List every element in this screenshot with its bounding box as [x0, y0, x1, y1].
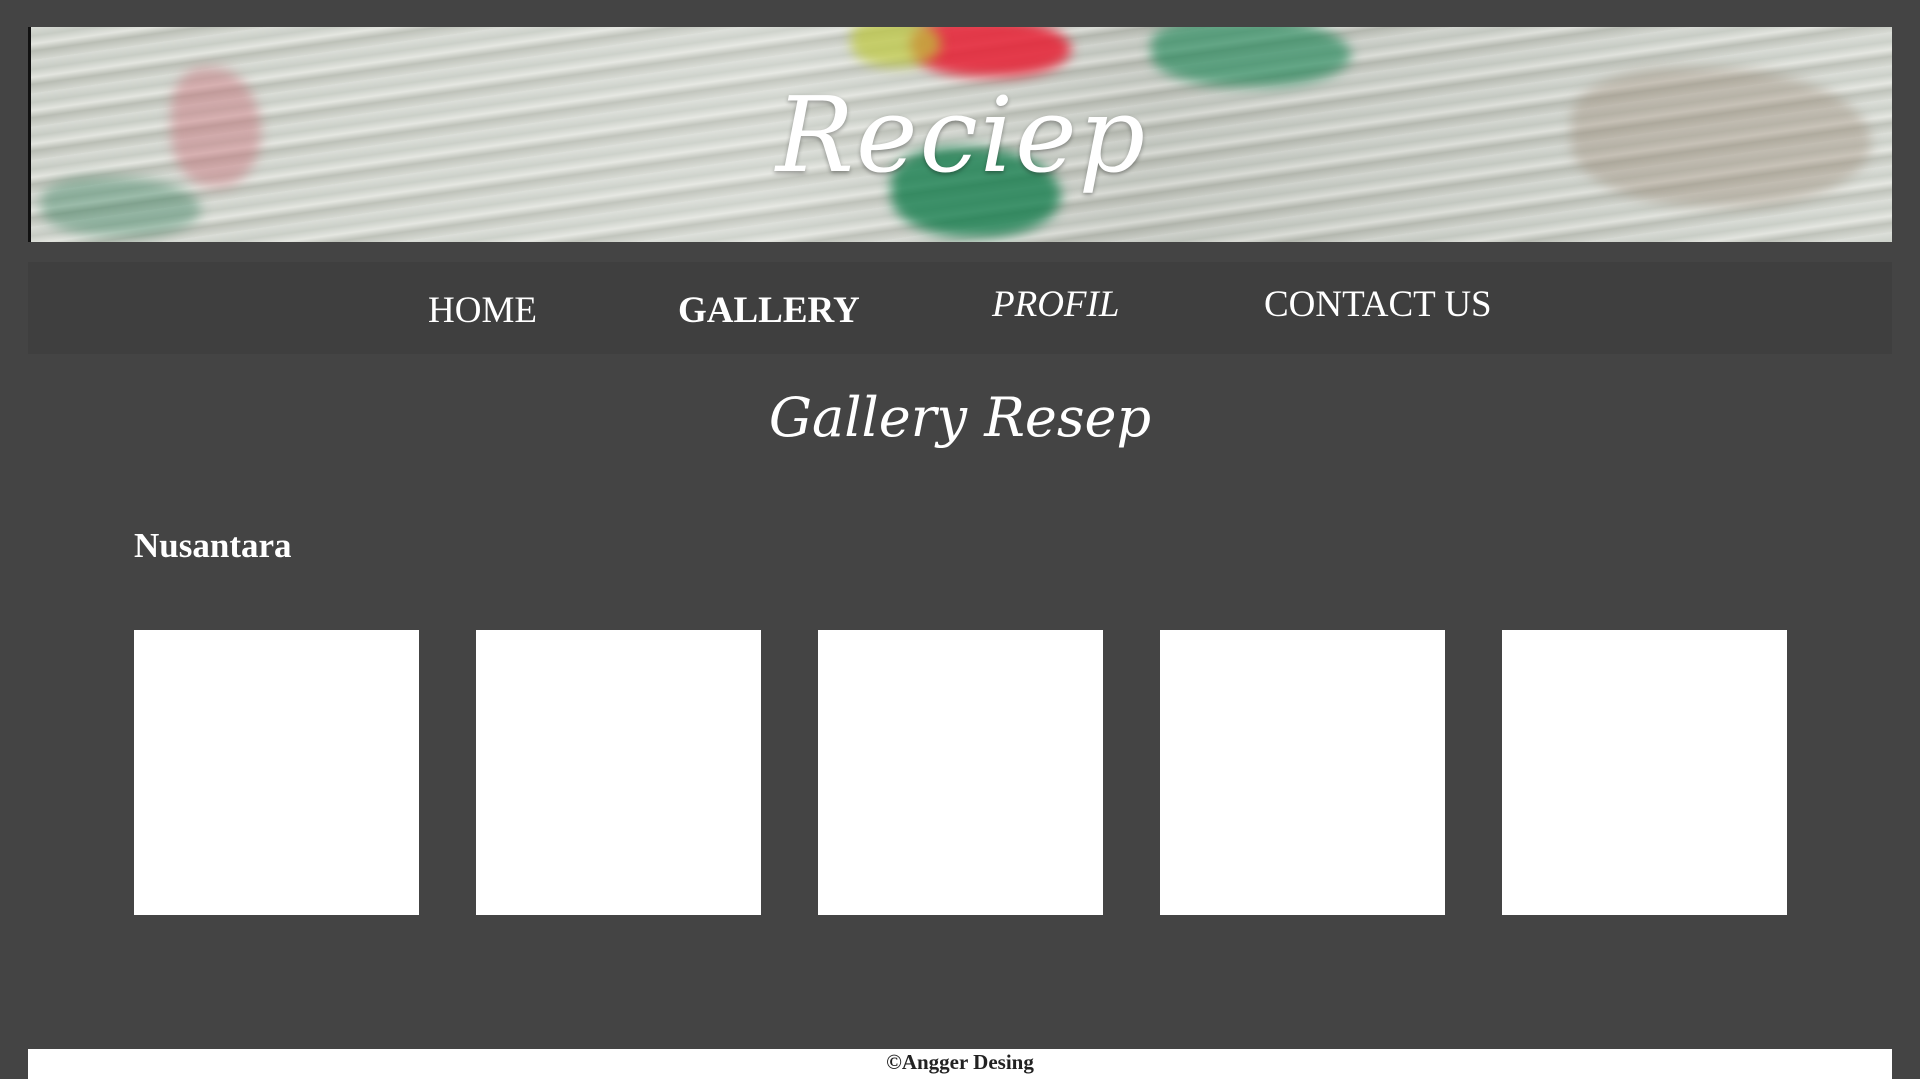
footer: ©Angger Desing: [28, 1049, 1892, 1079]
site-title: Reciep: [775, 74, 1148, 196]
gallery-tile[interactable]: [476, 630, 761, 915]
page: Reciep HOME GALLERY PROFIL CONTACT US Ga…: [0, 0, 1920, 1079]
footer-copyright: ©Angger Desing: [886, 1050, 1034, 1074]
nav-home[interactable]: HOME: [428, 288, 537, 334]
gallery-tile[interactable]: [1502, 630, 1787, 915]
nav-contact-us[interactable]: CONTACT US: [1264, 282, 1492, 328]
gallery-tile[interactable]: [1160, 630, 1445, 915]
nav-gallery[interactable]: GALLERY: [678, 288, 860, 334]
header-banner: Reciep: [28, 27, 1892, 242]
banner-decoration: [851, 27, 941, 67]
gallery-grid: [134, 630, 1788, 915]
banner-decoration: [1151, 27, 1351, 87]
section-title: Nusantara: [134, 526, 292, 565]
gallery-tile[interactable]: [134, 630, 419, 915]
page-title: Gallery Resep: [768, 386, 1152, 449]
main-nav: HOME GALLERY PROFIL CONTACT US: [28, 262, 1892, 354]
nav-profil[interactable]: PROFIL: [992, 282, 1119, 328]
gallery-tile[interactable]: [818, 630, 1103, 915]
